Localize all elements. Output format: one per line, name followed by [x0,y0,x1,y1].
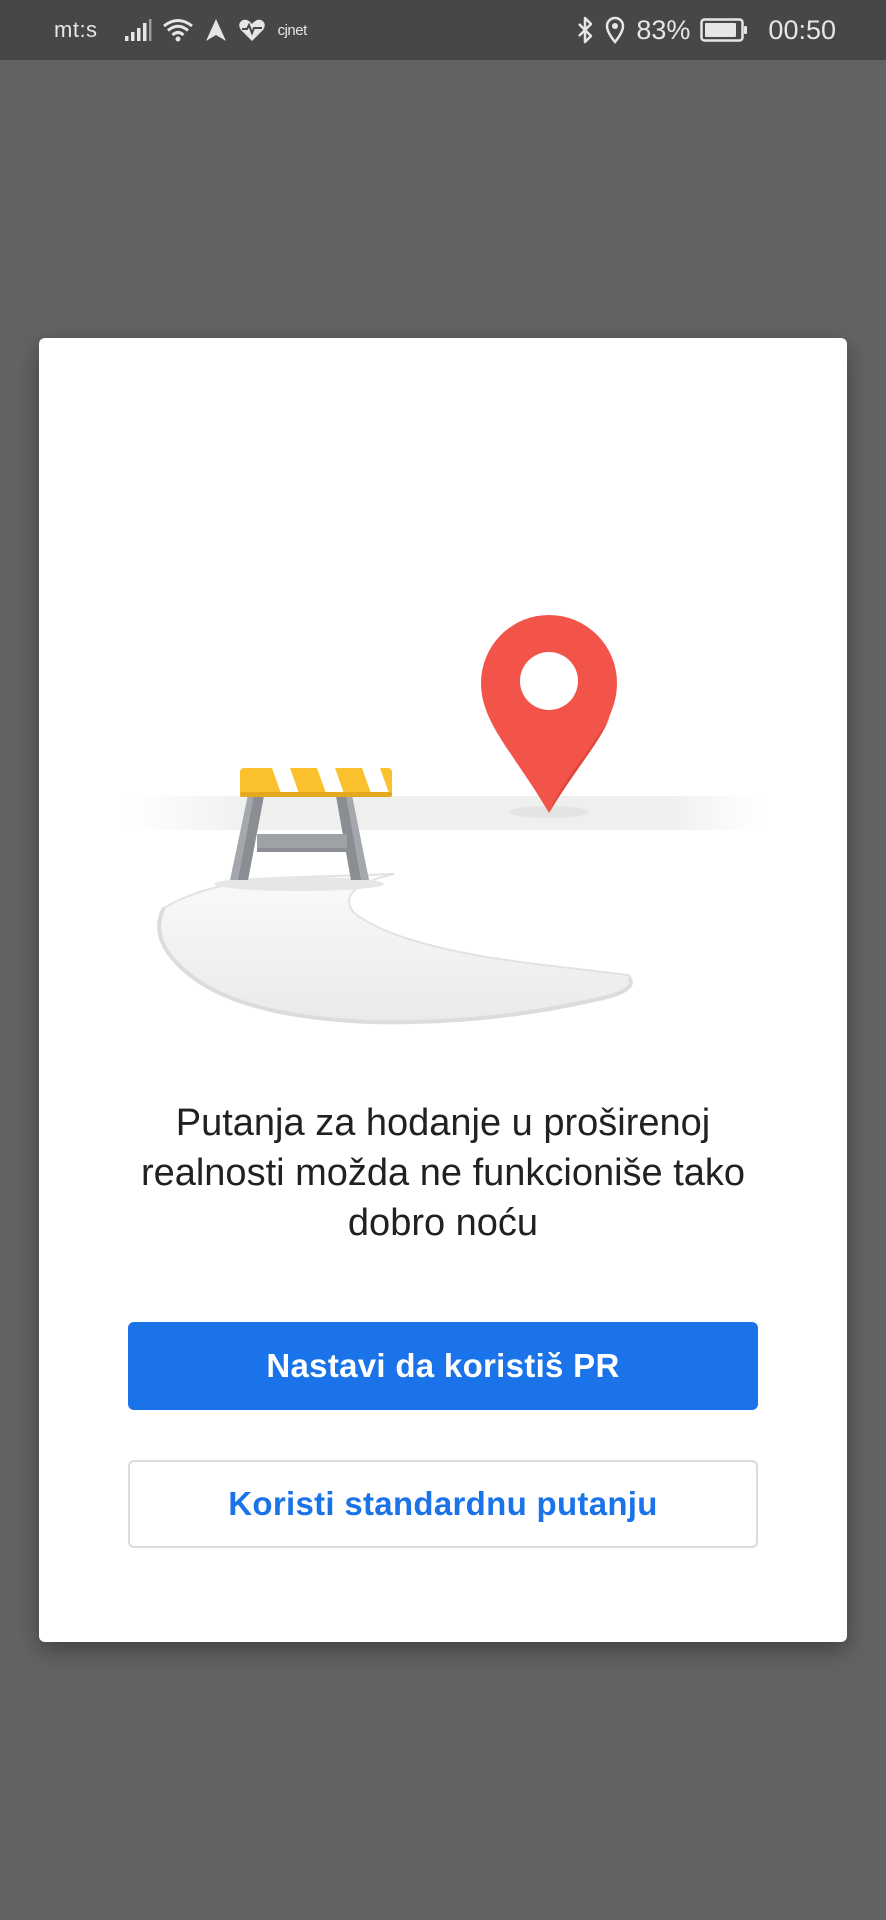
bluetooth-icon [576,16,594,44]
status-left: mt:s cjnet [54,17,307,43]
wifi-icon [162,17,194,43]
status-bar: mt:s cjnet 83% 00:50 [0,0,886,60]
warning-message: Putanja za hodanje u proširenoj realnost… [140,1102,746,1244]
battery-icon [700,18,748,42]
status-right: 83% 00:50 [576,15,836,46]
continue-ar-button[interactable]: Nastavi da koristiš PR [128,1322,758,1410]
location-pin-icon [604,16,626,44]
network-label: cjnet [277,21,308,39]
roadblock-map-pin-illustration [124,588,764,1128]
clock: 00:50 [768,14,836,45]
ar-night-warning-dialog: Putanja za hodanje u proširenoj realnost… [39,338,847,1642]
use-standard-route-button[interactable]: Koristi standardnu putanju [128,1460,758,1548]
navigation-arrow-icon [204,18,228,42]
battery-percentage: 83% [636,14,691,45]
signal-icon [124,18,152,42]
carrier-label: mt:s [54,17,98,42]
heart-rate-icon [238,18,266,42]
